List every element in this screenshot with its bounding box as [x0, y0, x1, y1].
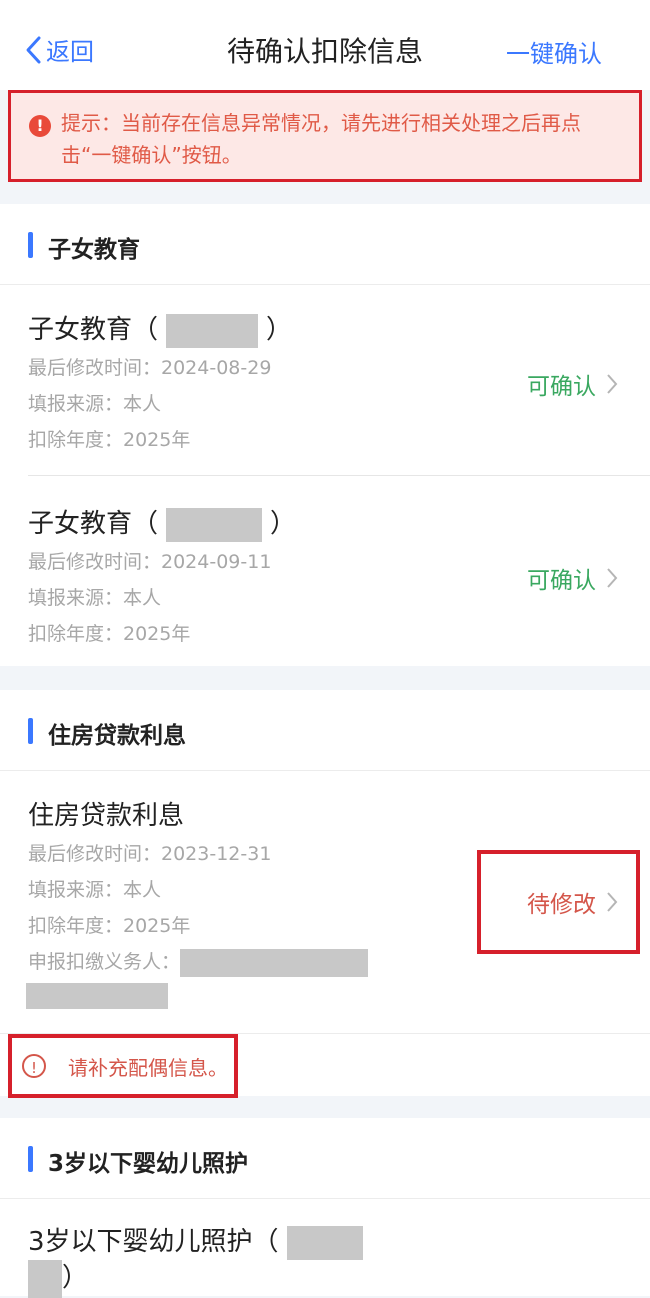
item-withholding-agent: 申报扣缴义务人：: [28, 947, 369, 977]
item-name: 子女教育（）: [28, 309, 292, 348]
alert-tip: ! 提示：当前存在信息异常情况，请先进行相关处理之后再点击“一键确认”按钮。: [8, 90, 642, 182]
chevron-right-icon: [607, 374, 618, 394]
item-name-continued: ）: [28, 1257, 88, 1298]
redacted-block: [28, 1259, 62, 1298]
section-child-education: 子女教育 子女教育（） 最后修改时间：2024-08-29 填报来源：本人 扣除…: [0, 204, 650, 666]
section-marker: [28, 232, 33, 258]
highlight-box: [8, 1034, 238, 1098]
divider: [28, 475, 650, 476]
chevron-right-icon: [607, 568, 618, 588]
item-year: 扣除年度：2025年: [28, 429, 191, 451]
section-infant-care: 3岁以下婴幼儿照护 3岁以下婴幼儿照护（ ）: [0, 1118, 650, 1298]
redacted-block: [166, 313, 259, 348]
section-title: 子女教育: [48, 237, 140, 263]
alert-tip-text: 提示：当前存在信息异常情况，请先进行相关处理之后再点击“一键确认”按钮。: [61, 111, 581, 167]
section-header: 3岁以下婴幼儿照护: [0, 1118, 650, 1199]
section-header: 住房贷款利息: [0, 690, 650, 771]
section-header: 子女教育: [0, 204, 650, 285]
redacted-block: [26, 983, 168, 1009]
confirm-all-button[interactable]: 一键确认: [506, 34, 602, 69]
redacted-block: [180, 948, 369, 977]
redacted-block: [166, 507, 263, 542]
item-modified-time: 最后修改时间：2024-08-29: [28, 357, 272, 379]
item-modified-time: 最后修改时间：2023-12-31: [28, 843, 272, 865]
status-confirmable[interactable]: 可确认: [527, 367, 618, 401]
item-source: 填报来源：本人: [28, 587, 162, 609]
highlight-box: [477, 850, 640, 954]
item-modified-time: 最后修改时间：2024-09-11: [28, 551, 272, 573]
item-name: 住房贷款利息: [28, 801, 185, 831]
redacted-block: [286, 1225, 363, 1260]
item-source: 填报来源：本人: [28, 879, 162, 901]
item-year: 扣除年度：2025年: [28, 623, 191, 645]
section-title: 住房贷款利息: [48, 723, 186, 749]
item-name: 子女教育（）: [28, 503, 296, 542]
exclamation-icon: !: [29, 115, 51, 137]
list-item[interactable]: 3岁以下婴幼儿照护（ ）: [0, 1199, 650, 1298]
list-item[interactable]: 子女教育（） 最后修改时间：2024-08-29 填报来源：本人 扣除年度：20…: [0, 285, 650, 477]
list-item[interactable]: 子女教育（） 最后修改时间：2024-09-11 填报来源：本人 扣除年度：20…: [0, 477, 650, 669]
nav-bar: 返回 待确认扣除信息 一键确认: [0, 0, 650, 90]
item-source: 填报来源：本人: [28, 393, 162, 415]
section-marker: [28, 1146, 33, 1172]
status-confirmable[interactable]: 可确认: [527, 561, 618, 595]
item-name: 3岁以下婴幼儿照护（: [28, 1221, 363, 1260]
section-title: 3岁以下婴幼儿照护: [48, 1151, 249, 1177]
item-year: 扣除年度：2025年: [28, 915, 191, 937]
section-marker: [28, 718, 33, 744]
